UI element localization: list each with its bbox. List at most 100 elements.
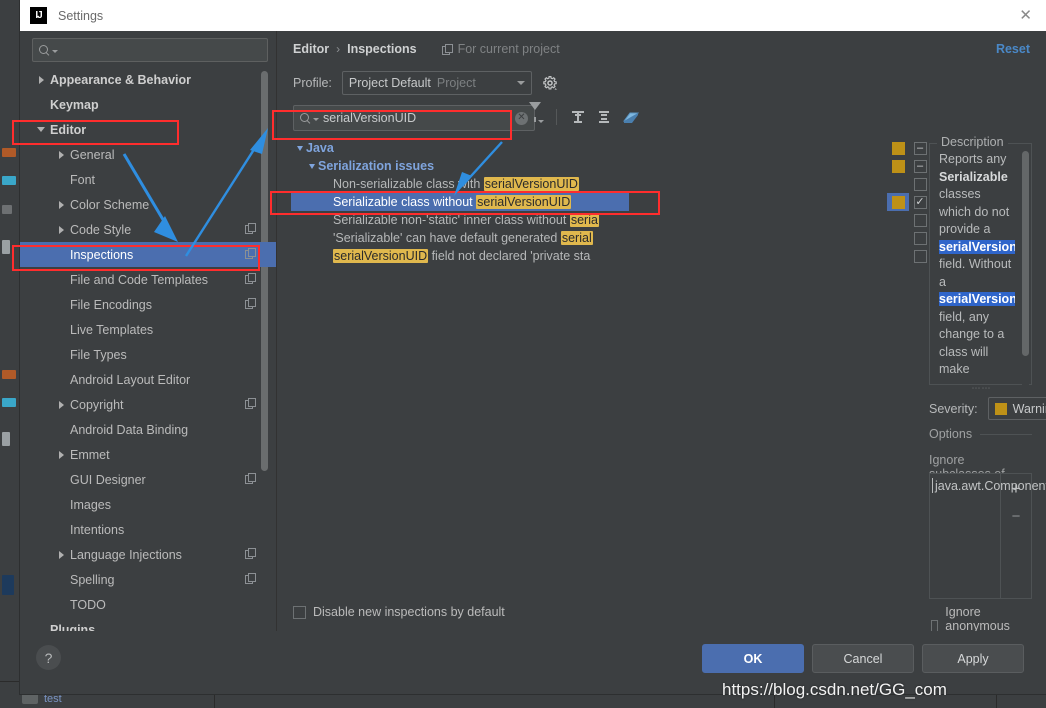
description-frame: Reports any Serializable classes which d… [929,143,1032,393]
inspection-label: Serializable class without serialVersion… [333,195,572,209]
enabled-checkbox-cell[interactable] [909,247,931,265]
clear-icon[interactable]: ✕ [515,111,528,125]
add-class-button[interactable]: + [1001,474,1031,502]
inspection-row[interactable]: 'Serializable' can have default generate… [291,229,629,247]
chevron-down-icon[interactable] [293,145,306,151]
remove-class-button[interactable]: − [1001,502,1031,530]
ok-button[interactable]: OK [702,644,804,673]
inspection-label: Non-serializable class with serialVersio… [333,177,579,191]
inspection-tree[interactable]: Java Serialization issues Non-serializable… [291,139,629,593]
sidebar-item-appearance-behavior[interactable]: Appearance & Behavior [20,67,276,92]
inspection-detail-column: Reports any Serializable classes which d… [929,135,1046,647]
settings-tree[interactable]: Appearance & Behavior Keymap Editor General… [20,67,276,631]
text-caret [932,478,933,493]
cancel-button[interactable]: Cancel [812,644,914,673]
enabled-checkbox-cell[interactable]: – [909,157,931,175]
eraser-icon[interactable] [623,111,640,124]
chevron-down-icon[interactable] [305,163,318,169]
backdrop-tab [2,205,12,214]
apply-button[interactable]: Apply [922,644,1024,673]
dialog-title: Settings [58,8,104,23]
backdrop-tab [2,240,10,254]
enabled-checkbox-cell[interactable] [909,175,931,193]
chevron-down-icon[interactable] [34,127,48,132]
sidebar-item-editor[interactable]: Editor [20,117,276,142]
chevron-right-icon[interactable] [34,75,48,84]
enabled-checkbox[interactable] [913,249,927,263]
severity-color-swatch [994,402,1007,415]
settings-search-input[interactable] [32,38,268,62]
severity-select[interactable]: Warning [987,397,1046,420]
breadcrumb-separator: › [336,42,341,56]
ignore-subclasses-list[interactable]: java.awt.Component + − [929,473,1046,599]
disable-new-inspections-row[interactable]: Disable new inspections by default [293,605,505,619]
chevron-right-icon[interactable] [54,150,68,159]
sidebar-item-keymap[interactable]: Keymap [20,92,276,117]
filter-funnel-icon[interactable] [529,102,544,124]
sidebar-item-spelling[interactable]: Spelling [20,567,276,592]
sidebar-item-file-types[interactable]: File Types [20,342,276,367]
chevron-right-icon[interactable] [54,400,68,409]
sidebar-item-gui-designer[interactable]: GUI Designer [20,467,276,492]
inspection-row[interactable]: Serializable class without serialVersion… [291,193,629,211]
enabled-checkbox[interactable] [913,177,927,191]
sidebar-item-copyright[interactable]: Copyright [20,392,276,417]
inspection-row[interactable]: Non-serializable class with serialVersio… [291,175,629,193]
copy-icon [245,398,256,409]
inspection-row[interactable]: serialVersionUID field not declared 'pri… [291,247,629,265]
sidebar-item-color-scheme[interactable]: Color Scheme [20,192,276,217]
severity-swatch-cell [887,139,909,157]
inspection-label-text: field not declared 'private sta [428,249,591,263]
description-scrollbar-thumb[interactable] [1022,151,1029,356]
sidebar-item-label: GUI Designer [70,472,146,487]
chevron-down-icon [313,118,319,121]
inspection-row[interactable]: Serializable non-'static' inner class wi… [291,211,629,229]
sidebar-item-todo[interactable]: TODO [20,592,276,617]
chevron-right-icon[interactable] [54,450,68,459]
enabled-checkbox[interactable] [913,231,927,245]
sidebar-item-emmet[interactable]: Emmet [20,442,276,467]
sidebar-item-images[interactable]: Images [20,492,276,517]
sidebar-item-label: Android Data Binding [70,422,189,437]
enabled-checkbox-cell[interactable]: – [909,139,931,157]
chevron-right-icon[interactable] [54,225,68,234]
chevron-right-icon[interactable] [54,550,68,559]
sidebar-item-live-templates[interactable]: Live Templates [20,317,276,342]
sidebar-item-file-encodings[interactable]: File Encodings [20,292,276,317]
collapse-all-icon[interactable] [597,110,611,124]
breadcrumb-editor[interactable]: Editor [293,42,329,56]
reset-link[interactable]: Reset [996,42,1030,56]
sidebar-item-intentions[interactable]: Intentions [20,517,276,542]
sidebar-item-android-layout-editor[interactable]: Android Layout Editor [20,367,276,392]
sidebar-item-file-and-code-templates[interactable]: File and Code Templates [20,267,276,292]
enabled-checkbox[interactable]: – [913,159,927,173]
sidebar-item-code-style[interactable]: Code Style [20,217,276,242]
close-icon[interactable]: ✕ [1015,6,1036,25]
sidebar-item-font[interactable]: Font [20,167,276,192]
inspection-row[interactable]: Serialization issues [291,157,629,175]
sidebar-item-language-injections[interactable]: Language Injections [20,542,276,567]
enabled-checkbox-column[interactable]: – – ✓ [909,139,931,265]
enabled-checkbox-cell[interactable]: ✓ [909,193,931,211]
resize-grip-icon[interactable]: ⋯⋯ [972,383,991,393]
enabled-checkbox[interactable]: ✓ [913,195,927,209]
enabled-checkbox-cell[interactable] [909,229,931,247]
inspection-search-input[interactable]: serialVersionUID ✕ [293,105,535,131]
inspection-row[interactable]: Java [291,139,629,157]
gear-icon[interactable] [542,75,558,91]
sidebar-item-general[interactable]: General [20,142,276,167]
expand-all-icon[interactable] [571,110,585,124]
help-button[interactable]: ? [36,645,61,670]
sidebar-item-android-data-binding[interactable]: Android Data Binding [20,417,276,442]
search-match-highlight: serialVersionUID [476,195,572,209]
severity-row: Severity: Warning In All Scopes [929,397,1046,420]
sidebar-item-label: Appearance & Behavior [50,72,192,87]
disable-new-inspections-checkbox[interactable] [293,605,306,619]
sidebar-item-plugins[interactable]: Plugins [20,617,276,632]
enabled-checkbox[interactable]: – [913,141,927,155]
chevron-right-icon[interactable] [54,200,68,209]
enabled-checkbox-cell[interactable] [909,211,931,229]
sidebar-item-inspections[interactable]: Inspections [20,242,276,267]
enabled-checkbox[interactable] [913,213,927,227]
profile-select[interactable]: Project Default Project [341,71,532,95]
